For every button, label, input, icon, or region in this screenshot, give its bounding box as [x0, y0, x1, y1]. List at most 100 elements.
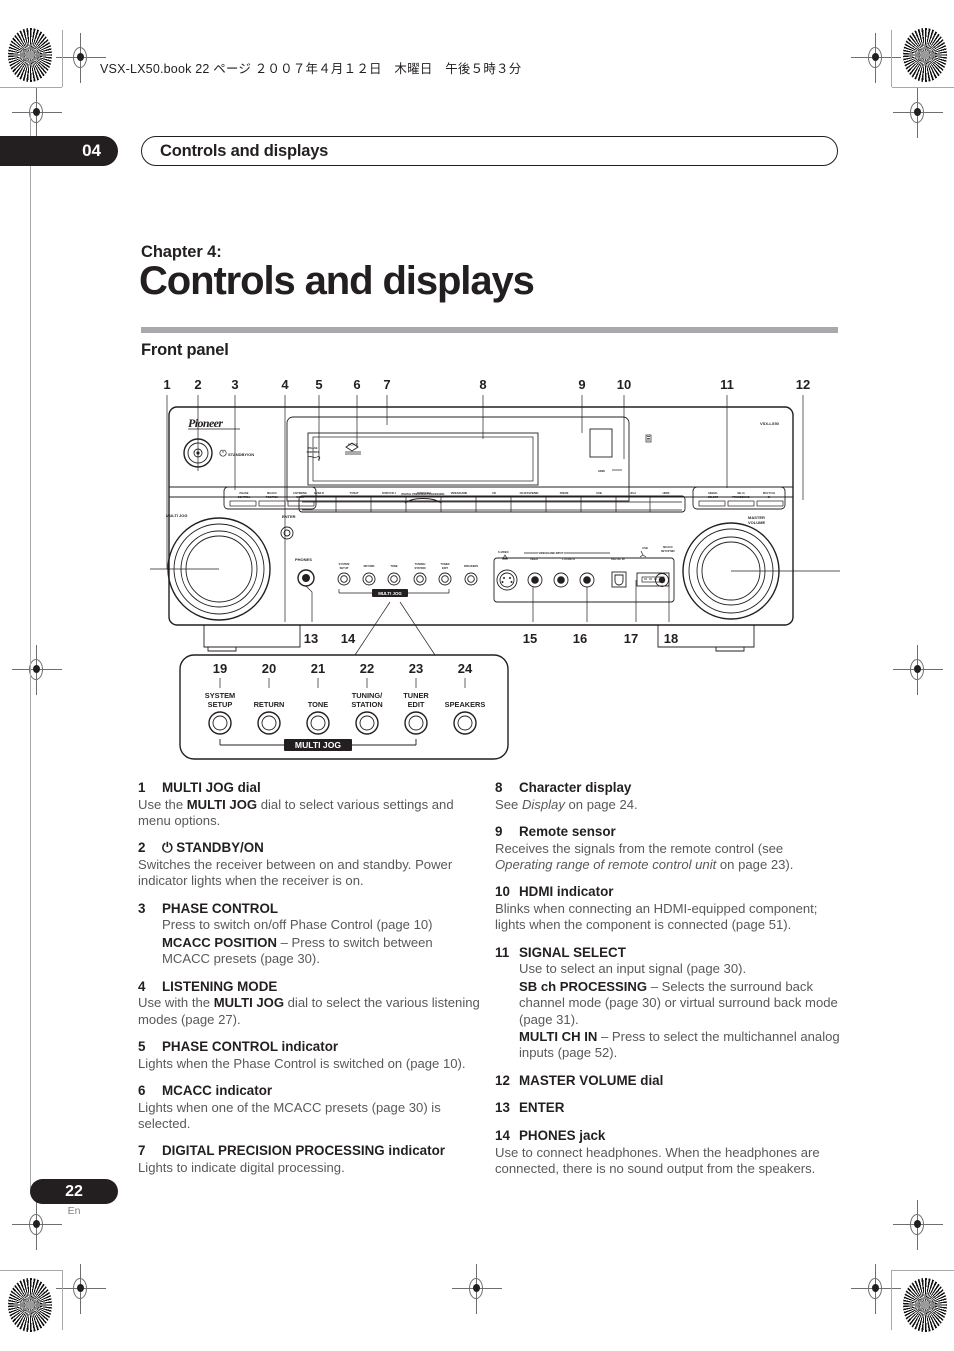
item-number: 5 — [138, 1039, 146, 1055]
item-heading: 12 MASTER VOLUME dial — [495, 1073, 840, 1090]
detail-zoom-connector — [354, 601, 436, 656]
svg-text:15: 15 — [523, 631, 537, 646]
svg-text:RETURN: RETURN — [254, 700, 285, 709]
registration-mark-left-upper — [12, 88, 62, 138]
chapter-bar: 04 Controls and displays — [0, 136, 838, 166]
svg-text:TUNER: TUNER — [441, 562, 450, 566]
svg-text:20: 20 — [262, 661, 276, 676]
svg-text:MULTI JOG: MULTI JOG — [378, 591, 402, 596]
item-description: Lights when one of the MCACC presets (pa… — [138, 1099, 441, 1132]
registration-mark-right-lower — [893, 1200, 943, 1250]
svg-text:ENTER: ENTER — [282, 514, 296, 519]
svg-text:PHONES: PHONES — [295, 557, 312, 562]
svg-text:2: 2 — [194, 377, 201, 392]
svg-text:17: 17 — [624, 631, 638, 646]
item-description: See Display on page 24. — [495, 796, 638, 812]
svg-text:DVD/LD: DVD/LD — [314, 491, 324, 495]
registration-mark-right-middle — [893, 645, 943, 695]
item-number: 7 — [138, 1143, 146, 1159]
right-button-group: SIGNAL SELECT SB ch PROCESSING MULTI CH … — [692, 486, 786, 510]
svg-text:STANDBY/ON: STANDBY/ON — [228, 452, 254, 457]
item-description: Blinks when connecting an HDMI-equipped … — [495, 901, 818, 933]
list-item: 14 PHONES jack Use to connect headphones… — [495, 1128, 840, 1177]
svg-text:MULTI CH: MULTI CH — [763, 491, 775, 495]
svg-text:HDMI: HDMI — [663, 491, 670, 495]
front-jack-panel: S-VIDEO VIDEO/GAME INPUT VIDEO L AUDIO R… — [493, 545, 675, 603]
item-description: Switches the receiver between on and sta… — [138, 857, 453, 889]
item-description: Use to connect headphones. When the head… — [495, 1144, 820, 1177]
trim-line-bottom-left — [0, 1270, 62, 1271]
trim-line-left — [62, 30, 63, 87]
print-header-text: VSX-LX50.book 22 ページ ２００７年４月１２日 木曜日 午後５時… — [100, 62, 522, 76]
list-item: 6 MCACC indicator Lights when one of the… — [138, 1083, 483, 1132]
registration-mark-left-middle — [12, 645, 62, 695]
list-item: 11 SIGNAL SELECT Use to select an input … — [495, 945, 840, 1062]
standby-on-button: STANDBY/ON — [183, 438, 254, 468]
model-name: VSX-LX50 — [760, 421, 780, 426]
item-number: 11 — [495, 944, 510, 960]
section-title: Front panel — [141, 341, 229, 359]
svg-text:DIGITAL IN: DIGITAL IN — [611, 557, 625, 561]
registration-mark-bottom-center — [452, 1264, 502, 1314]
svg-text:VIDEO/GAME: VIDEO/GAME — [451, 491, 468, 495]
registration-star-top-left — [8, 28, 52, 82]
list-item: 2 ⏻ STANDBY/ON Switches the receiver bet… — [138, 840, 483, 889]
item-heading: 11 SIGNAL SELECT — [495, 945, 840, 962]
item-number: 14 — [495, 1128, 510, 1144]
item-heading: 7 DIGITAL PRECISION PROCESSING indicator — [138, 1143, 483, 1160]
svg-text:TONE: TONE — [308, 700, 328, 709]
registration-star-bottom-right — [903, 1278, 947, 1332]
chapter-number-badge: 04 — [0, 136, 118, 166]
svg-text:PHASE: PHASE — [240, 491, 249, 495]
list-item: 1 MULTI JOG dial Use the MULTI JOG dial … — [138, 780, 483, 829]
svg-text:MCACC: MCACC — [267, 491, 277, 495]
svg-text:VIDEO/GAME INPUT: VIDEO/GAME INPUT — [538, 551, 563, 555]
svg-text:POSITION: POSITION — [266, 495, 279, 499]
item-number: 2 — [138, 840, 146, 856]
hdmi-indicator: HDMI — [598, 469, 622, 473]
svg-text:TUNING/: TUNING/ — [352, 691, 382, 700]
item-heading: 2 ⏻ STANDBY/ON — [138, 840, 483, 857]
svg-text:21: 21 — [311, 661, 325, 676]
registration-star-bottom-left — [8, 1278, 52, 1332]
svg-text:SYSTEM: SYSTEM — [339, 562, 350, 566]
item-heading: 6 MCACC indicator — [138, 1083, 483, 1100]
svg-text:L AUDIO R: L AUDIO R — [562, 557, 575, 561]
svg-text:11: 11 — [720, 377, 734, 392]
svg-text:4: 4 — [281, 377, 289, 392]
svg-text:CD-R/TAPE/MD: CD-R/TAPE/MD — [520, 491, 539, 495]
svg-text:STATION: STATION — [415, 566, 426, 570]
svg-text:SPEAKERS: SPEAKERS — [445, 700, 486, 709]
list-item: 5 PHASE CONTROL indicator Lights when th… — [138, 1039, 483, 1072]
item-number: 9 — [495, 824, 503, 839]
trim-line-right-bottom — [891, 1270, 892, 1330]
svg-text:PROCESSING: PROCESSING — [732, 495, 749, 499]
svg-text:16: 16 — [573, 631, 587, 646]
svg-text:DVR/VCR 2: DVR/VCR 2 — [417, 491, 431, 495]
item-title: MASTER VOLUME dial — [519, 1072, 664, 1088]
item-title: ENTER — [519, 1100, 565, 1116]
trim-line-inner-left — [30, 112, 31, 1190]
remote-sensor — [589, 428, 613, 458]
list-item: 7 DIGITAL PRECISION PROCESSING indicator… — [138, 1143, 483, 1176]
svg-text:SETUP MIC: SETUP MIC — [661, 549, 675, 553]
svg-text:19: 19 — [213, 661, 227, 676]
item-title: MCACC indicator — [162, 1083, 273, 1099]
item-number: 3 — [138, 900, 146, 916]
item-title: HDMI indicator — [519, 884, 614, 900]
item-subdescription-2: MULTI CH IN – Press to select the multic… — [519, 1029, 840, 1061]
item-subdescription: MCACC POSITION – Press to switch between… — [162, 934, 433, 967]
item-description: Use to select an input signal (page 30). — [519, 961, 747, 977]
svg-text:STATION: STATION — [351, 700, 382, 709]
svg-text:LISTENING: LISTENING — [293, 491, 307, 495]
svg-text:EDIT: EDIT — [442, 566, 448, 570]
master-volume-dial: MASTER VOLUME — [682, 515, 780, 620]
svg-text:TUNING/: TUNING/ — [415, 562, 426, 566]
svg-text:7: 7 — [383, 377, 390, 392]
item-heading: 9 Remote sensor — [495, 824, 840, 841]
registration-mark-bottom-left — [56, 1264, 106, 1314]
description-column-left: 1 MULTI JOG dial Use the MULTI JOG dial … — [138, 780, 483, 1176]
item-title: PHONES jack — [519, 1128, 606, 1144]
item-number: 1 — [138, 780, 146, 795]
svg-text:18: 18 — [664, 631, 678, 646]
